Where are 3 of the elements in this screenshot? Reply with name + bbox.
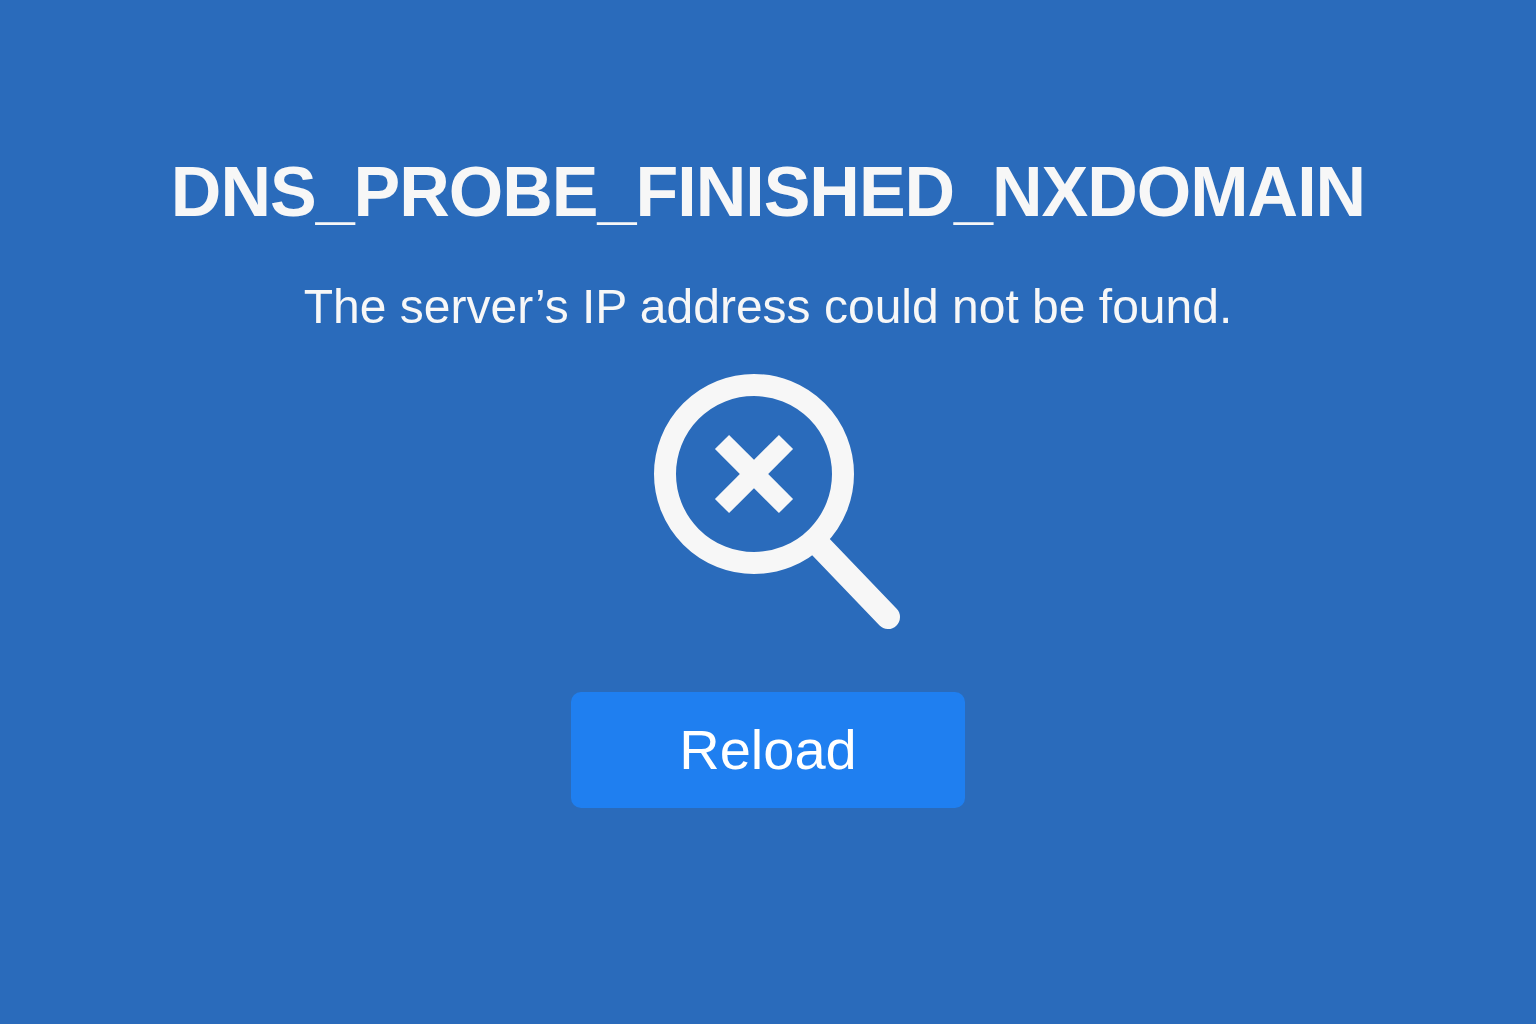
error-code: DNS_PROBE_FINISHED_NXDOMAIN <box>170 152 1366 233</box>
reload-button[interactable]: Reload <box>571 691 965 808</box>
error-message: The server’s IP address could not be found. <box>303 279 1233 335</box>
